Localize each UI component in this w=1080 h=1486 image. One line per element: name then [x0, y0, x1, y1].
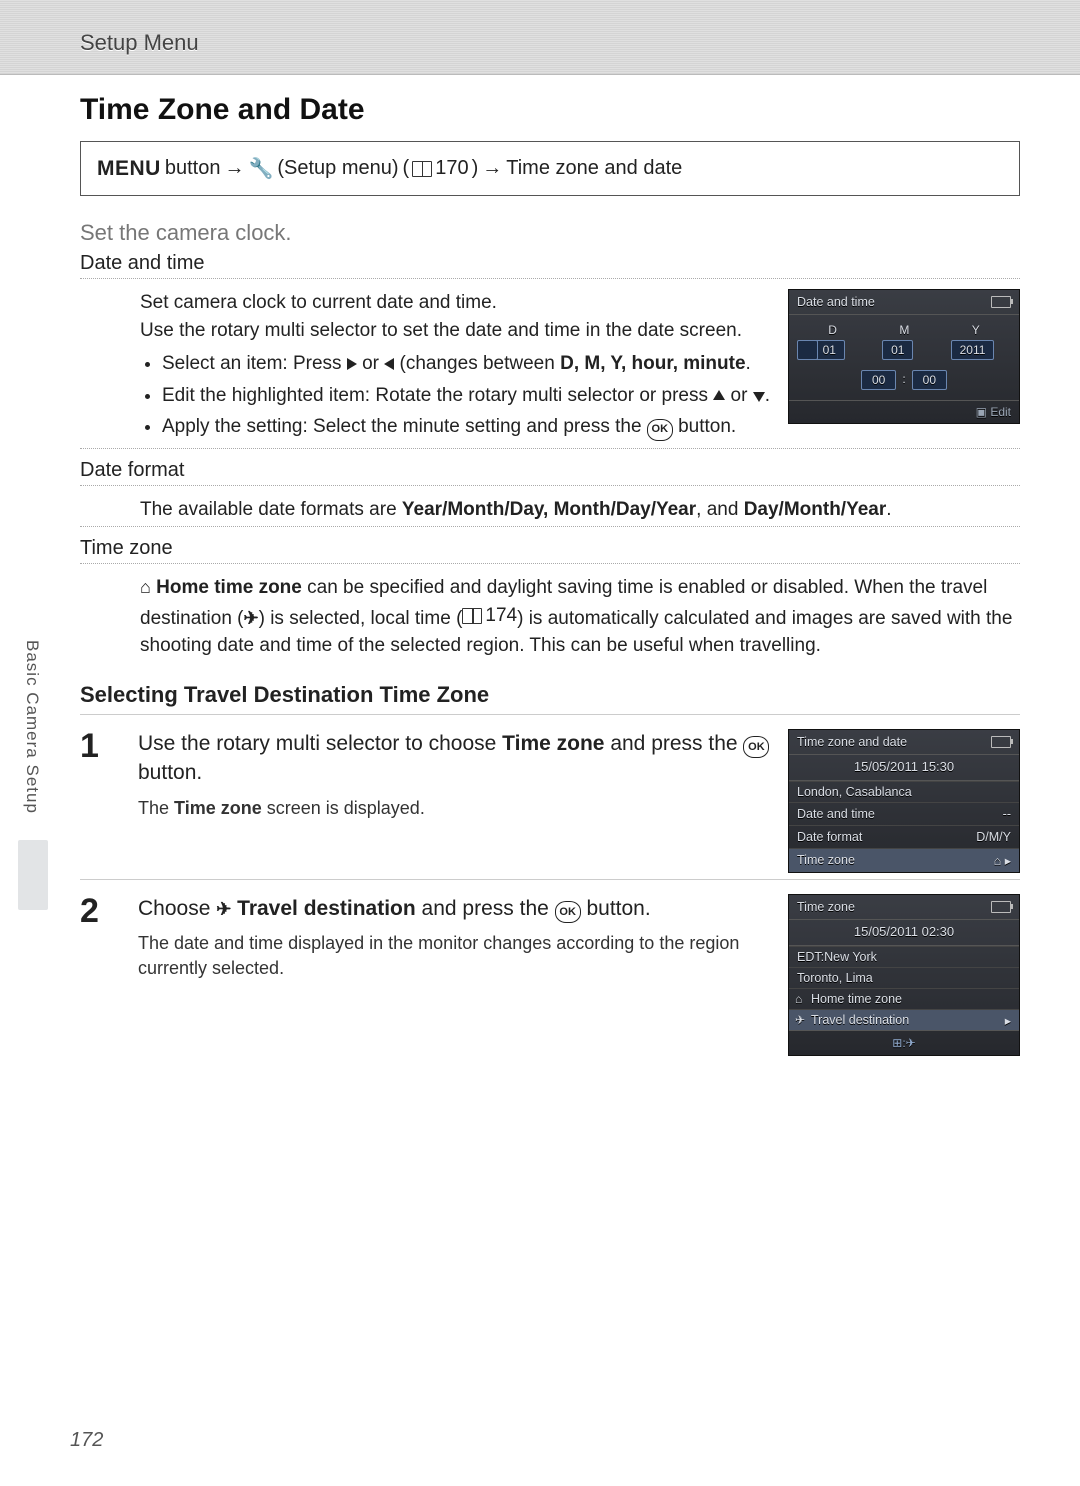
- chapter-header: Setup Menu: [0, 0, 1080, 75]
- cam-city: Toronto, Lima: [789, 967, 1019, 988]
- date-format-label: Date format: [80, 459, 1020, 482]
- book-icon: [412, 161, 432, 177]
- word-button: button: [165, 157, 221, 180]
- cam-hour: 00: [861, 370, 896, 390]
- battery-icon: [991, 736, 1011, 748]
- bullet: Apply the setting: Select the minute set…: [162, 413, 770, 441]
- battery-icon: [991, 296, 1011, 308]
- left-triangle-icon: [384, 358, 394, 370]
- manual-ref: ( 170): [403, 157, 479, 180]
- airplane-icon: ✈: [216, 899, 231, 919]
- cam-selected-row: Time zone⌂ ▸: [789, 848, 1019, 872]
- time-zone-copy: ⌂ Home time zone can be specified and da…: [80, 574, 1020, 659]
- menu-button-label: MENU: [97, 157, 161, 181]
- arrow-right-icon: →: [482, 157, 502, 180]
- cam-minute: 00: [912, 370, 947, 390]
- ok-button-icon: OK: [647, 419, 673, 441]
- airplane-icon: ✈: [244, 608, 259, 628]
- cam-city: EDT:New York: [789, 946, 1019, 967]
- edit-hint: ▣ Edit: [976, 405, 1011, 419]
- time-zone-label: Time zone: [80, 537, 1020, 560]
- camera-screen-tz-menu: Time zone and date 15/05/2011 15:30 Lond…: [788, 729, 1020, 873]
- book-icon: [462, 608, 482, 624]
- camera-screen-tz-select: Time zone 15/05/2011 02:30 EDT:New York …: [788, 894, 1020, 1056]
- arrow-right-icon: →: [224, 157, 244, 180]
- up-triangle-icon: [713, 390, 725, 400]
- bullet: Select an item: Press or (changes betwee…: [162, 350, 770, 378]
- page-number: 172: [70, 1429, 103, 1452]
- side-tab-label: Basic Camera Setup: [22, 640, 42, 814]
- cam-year: 2011: [951, 340, 995, 360]
- cam-day: 01: [814, 340, 845, 360]
- cam-datetime: 15/05/2011 15:30: [789, 755, 1019, 781]
- cam-month: 01: [882, 340, 913, 360]
- step-number: 1: [80, 729, 120, 763]
- cam-title: Date and time: [797, 295, 875, 309]
- date-time-copy: Set camera clock to current date and tim…: [80, 289, 770, 445]
- divider: [80, 485, 1020, 486]
- side-tab-marker: [18, 840, 48, 910]
- lead-text: Set the camera clock.: [80, 220, 1020, 246]
- airplane-icon: ✈: [906, 1036, 916, 1050]
- divider: [80, 563, 1020, 564]
- selection-marker: [797, 340, 818, 360]
- divider: [80, 448, 1020, 449]
- home-icon: ⌂: [140, 577, 151, 597]
- step-1: 1 Use the rotary multi selector to choos…: [80, 714, 1020, 873]
- cam-title: Time zone and date: [797, 735, 907, 749]
- menu-path-box: MENU button → 🔧 (Setup menu) ( 170) → Ti…: [80, 141, 1020, 196]
- page-title: Time Zone and Date: [80, 93, 1020, 127]
- cam-option-travel: ✈Travel destination▸: [789, 1009, 1019, 1030]
- cam-datetime: 15/05/2011 02:30: [789, 920, 1019, 946]
- cam-option-home: ⌂Home time zone: [789, 988, 1019, 1009]
- nav-destination: Time zone and date: [506, 157, 682, 180]
- cam-title: Time zone: [797, 900, 855, 914]
- ok-button-icon: OK: [743, 736, 769, 758]
- airplane-icon: ✈: [795, 1013, 805, 1027]
- chapter-title: Setup Menu: [80, 30, 199, 55]
- step-2: 2 Choose ✈ Travel destination and press …: [80, 879, 1020, 1056]
- subheading: Selecting Travel Destination Time Zone: [80, 682, 1020, 708]
- cam-footer: ⊞:✈: [789, 1030, 1019, 1055]
- divider: [80, 278, 1020, 279]
- bullet: Edit the highlighted item: Rotate the ro…: [162, 382, 770, 410]
- manual-ref: 174: [462, 602, 517, 630]
- home-icon: ⌂: [795, 992, 802, 1006]
- wrench-icon: 🔧: [248, 156, 273, 181]
- step-number: 2: [80, 894, 120, 928]
- ok-button-icon: OK: [555, 901, 581, 923]
- divider: [80, 526, 1020, 527]
- camera-screen-date-time: Date and time D M Y 01 01 2011 00 : 00: [788, 289, 1020, 424]
- date-format-copy: The available date formats are Year/Mont…: [80, 496, 1020, 524]
- setup-menu-label: (Setup menu): [277, 157, 398, 180]
- right-triangle-icon: [347, 358, 357, 370]
- battery-icon: [991, 901, 1011, 913]
- cam-city: London, Casablanca: [789, 781, 1019, 802]
- date-time-label: Date and time: [80, 252, 1020, 275]
- down-triangle-icon: [753, 392, 765, 402]
